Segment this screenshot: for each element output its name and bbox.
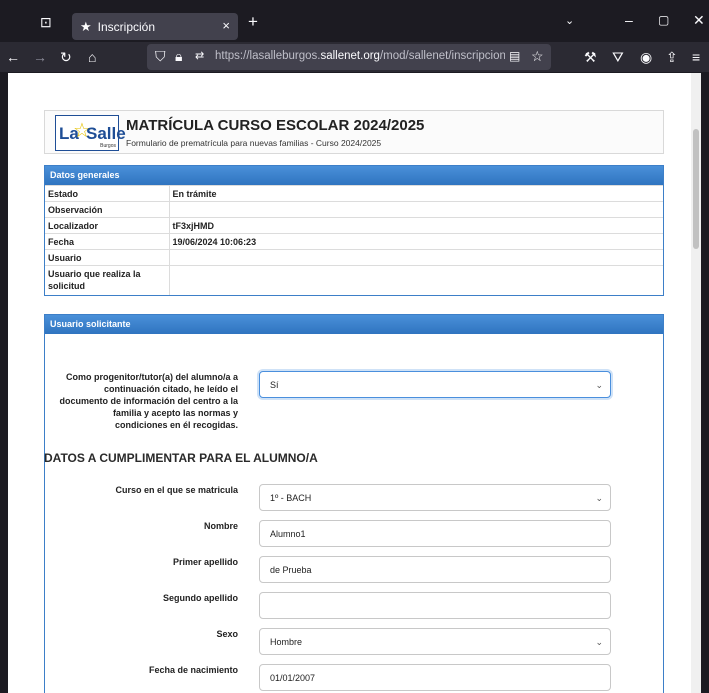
table-row: Usuario — [45, 249, 663, 266]
page-subtitle: Formulario de prematrícula para nuevas f… — [126, 138, 382, 148]
primer-apellido-input[interactable]: de Prueba — [259, 556, 611, 583]
nombre-label: Nombre — [203, 521, 238, 531]
home-icon[interactable]: ⌂ — [88, 49, 96, 65]
table-row: Estado En trámite — [45, 185, 663, 202]
table-row: Observación — [45, 201, 663, 218]
page-viewport: La ☆ Salle Burgos MATRÍCULA CURSO ESCOLA… — [8, 73, 701, 693]
browser-nav-bar: ← → ↻ ⌂ ⛉ 🔒︎ ⇄ https://lasalleburgos.sal… — [0, 42, 709, 72]
table-row: Fecha 19/06/2024 10:06:23 — [45, 233, 663, 250]
browser-tab[interactable]: ★ Inscripción × — [72, 13, 238, 40]
chevron-down-icon: ⌄ — [595, 637, 603, 647]
close-window-icon[interactable]: ✕ — [693, 12, 705, 29]
datos-generales-panel: Datos generales Estado En trámite Observa… — [44, 165, 664, 296]
primer-apellido-label: Primer apellido — [172, 557, 238, 567]
url-bar[interactable]: ⛉ 🔒︎ ⇄ https://lasalleburgos.sallenet.or… — [147, 44, 551, 70]
datos-generales-table: Estado En trámite Observación Localizador… — [45, 185, 663, 295]
page-header: La ☆ Salle Burgos MATRÍCULA CURSO ESCOLA… — [44, 110, 664, 154]
menu-icon[interactable]: ≡ — [692, 49, 700, 65]
table-row: Localizador tF3xjHMD — [45, 217, 663, 234]
segundo-apellido-label: Segundo apellido — [162, 593, 238, 603]
maximize-icon[interactable]: ▢ — [658, 13, 669, 27]
browser-tab-bar: ⊡ ★ Inscripción × + ⌄ – ▢ ✕ — [0, 0, 709, 42]
curso-label: Curso en el que se matricula — [115, 485, 238, 495]
panel-heading: Datos generales — [45, 166, 663, 185]
reader-view-icon[interactable]: ▤ — [509, 49, 520, 63]
chevron-down-icon: ⌄ — [595, 380, 603, 390]
chevron-down-icon[interactable]: ⌄ — [565, 14, 574, 27]
page-scrollbar[interactable] — [691, 73, 701, 693]
account-icon[interactable]: ◉ — [640, 49, 652, 66]
permissions-icon[interactable]: ⇄ — [195, 49, 204, 62]
scrollbar-thumb[interactable] — [693, 129, 699, 249]
page-title: MATRÍCULA CURSO ESCOLAR 2024/2025 — [126, 117, 425, 134]
fecha-nacimiento-input[interactable]: 01/01/2007 — [259, 664, 611, 691]
pocket-icon[interactable]: ⛛ — [612, 49, 624, 66]
chevron-down-icon: ⌄ — [595, 493, 603, 503]
tab-list-icon[interactable]: ⊡ — [40, 14, 52, 31]
consent-select[interactable]: Sí ⌄ — [259, 371, 611, 398]
section-title: DATOS A CUMPLIMENTAR PARA EL ALUMNO/A — [44, 451, 318, 465]
tab-title: Inscripción — [97, 19, 156, 34]
url-text[interactable]: https://lasalleburgos.sallenet.org/mod/s… — [215, 50, 505, 62]
shield-icon[interactable]: ⛉ — [155, 48, 166, 65]
segundo-apellido-input[interactable] — [259, 592, 611, 619]
sexo-label: Sexo — [216, 629, 238, 639]
minimize-icon[interactable]: – — [625, 12, 633, 28]
sexo-select[interactable]: Hombre ⌄ — [259, 628, 611, 655]
nombre-input[interactable]: Alumno1 — [259, 520, 611, 547]
lock-icon[interactable]: 🔒︎ — [175, 48, 182, 65]
bookmark-star-icon[interactable]: ☆ — [531, 48, 544, 65]
consent-label: Como progenitor/tutor(a) del alumno/a a … — [59, 372, 238, 430]
star-favicon-icon: ★ — [80, 18, 92, 34]
panel-heading: Usuario solicitante — [45, 315, 663, 334]
new-tab-button[interactable]: + — [248, 12, 258, 32]
close-tab-icon[interactable]: × — [222, 18, 230, 33]
share-icon[interactable]: ⇪ — [666, 49, 678, 66]
la-salle-logo: La ☆ Salle Burgos — [55, 115, 126, 151]
back-icon[interactable]: ← — [6, 49, 20, 65]
forward-icon[interactable]: → — [33, 49, 47, 65]
fecha-nacimiento-label: Fecha de nacimiento — [148, 665, 238, 675]
table-row: Usuario que realiza la solicitud — [45, 265, 663, 295]
extensions-icon[interactable]: ⚒ — [584, 49, 597, 66]
reload-icon[interactable]: ↻ — [60, 49, 72, 66]
curso-select[interactable]: 1º - BACH ⌄ — [259, 484, 611, 511]
